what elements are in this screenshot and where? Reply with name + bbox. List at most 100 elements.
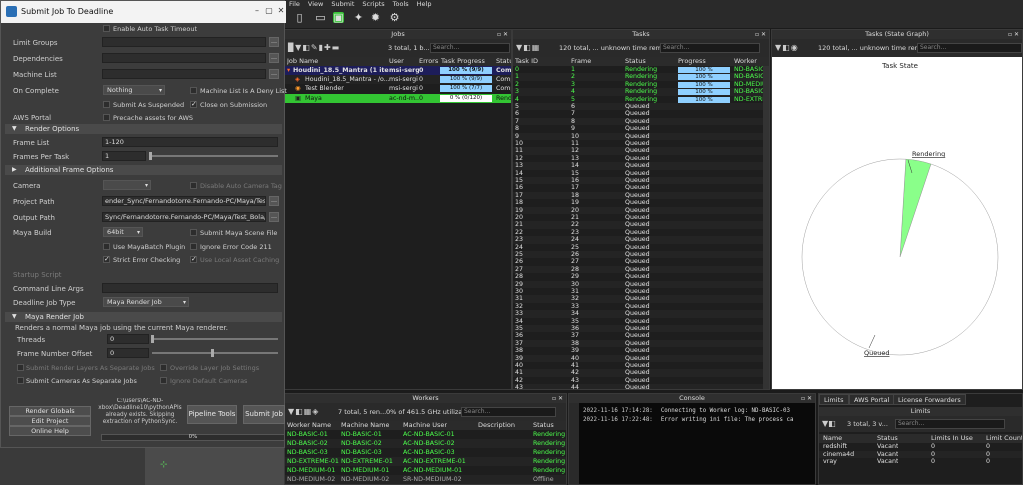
threads-slider-handle[interactable] xyxy=(151,335,154,343)
task-row[interactable]: 8 9 Queued xyxy=(513,125,769,133)
monitor-menu-item[interactable]: Tools xyxy=(393,0,409,8)
task-row[interactable]: 30 31 Queued xyxy=(513,288,769,296)
limit-groups-browse-button[interactable]: … xyxy=(269,37,279,47)
panel-window-buttons[interactable]: ▫ ✕ xyxy=(552,394,563,403)
frames-per-task-slider[interactable] xyxy=(150,155,278,157)
job-row[interactable]: ◈ Houdini_18.5_Mantra - /o... msi-sergi 0 10… xyxy=(285,75,511,85)
jobs-search-input[interactable]: Search... xyxy=(430,43,510,53)
worker-row[interactable]: ND-BASIC-01 ND-BASIC-01 AC-ND-BASIC-01 Rend… xyxy=(285,430,566,439)
task-row[interactable]: 43 44 Queued xyxy=(513,384,769,389)
worker-row[interactable]: ND-EXTREME-01 ND-EXTREME-01 AC-ND-EXTREME-… xyxy=(285,457,566,466)
limit-row[interactable]: cinema4d Vacant 0 0 xyxy=(819,450,1022,458)
col-worker-name[interactable]: Worker Name xyxy=(287,421,331,430)
task-row[interactable]: 35 36 Queued xyxy=(513,325,769,333)
maya-render-job-section[interactable]: ▼ Maya Render Job xyxy=(5,312,282,322)
frame-offset-slider[interactable] xyxy=(152,352,278,354)
task-row[interactable]: 14 15 Queued xyxy=(513,169,769,177)
minimize-icon[interactable]: – xyxy=(253,7,261,15)
phone-icon[interactable]: ▯ xyxy=(294,12,305,23)
dependencies-browse-button[interactable]: … xyxy=(269,53,279,63)
tasks-scrollbar[interactable] xyxy=(763,66,769,389)
tab-license-forwarders[interactable]: License Forwarders xyxy=(893,394,966,405)
monitor-menu-item[interactable]: Help xyxy=(417,0,432,8)
machine-list-deny-checkbox[interactable] xyxy=(190,87,197,94)
col-machine-name[interactable]: Machine Name xyxy=(341,421,389,430)
task-row[interactable]: 0 1 Rendering 100 % ND-BASIC xyxy=(513,66,769,74)
limits-search-input[interactable]: Search... xyxy=(895,419,1005,429)
monitor-menu-item[interactable]: View xyxy=(308,0,323,8)
worker-row[interactable]: ND-BASIC-02 ND-BASIC-02 AC-ND-BASIC-02 Rend… xyxy=(285,439,566,448)
frame-offset-slider-handle[interactable] xyxy=(211,349,214,357)
deadline-job-type-select[interactable]: Maya Render Job xyxy=(103,297,189,307)
task-row[interactable]: 39 40 Queued xyxy=(513,354,769,362)
task-row[interactable]: 27 28 Queued xyxy=(513,265,769,274)
frame-number-offset-field[interactable]: 0 xyxy=(107,348,149,358)
jobs-filter-icons[interactable]: ▉▼◧✎▮✚▬ xyxy=(288,43,340,52)
job-row[interactable]: ▾ Houdini_18.5_Mantra (1 ite... msi-serg 0 1… xyxy=(285,66,511,76)
panel-window-buttons[interactable]: ▫ ✕ xyxy=(1008,30,1019,39)
strict-error-checkbox[interactable] xyxy=(103,255,110,263)
maximize-icon[interactable]: ▢ xyxy=(265,7,273,15)
tasks-filter-icons[interactable]: ▼◧▦ xyxy=(516,43,540,52)
col-limit-count[interactable]: Limit Count xyxy=(986,434,1022,443)
task-row[interactable]: 9 10 Queued xyxy=(513,132,769,140)
task-row[interactable]: 28 29 Queued xyxy=(513,273,769,281)
task-row[interactable]: 5 6 Queued xyxy=(513,103,769,111)
col-errors[interactable]: Errors xyxy=(419,57,438,66)
task-row[interactable]: 25 26 Queued xyxy=(513,251,769,259)
task-row[interactable]: 20 21 Queued xyxy=(513,214,769,222)
panel-window-buttons[interactable]: ▫ ✕ xyxy=(801,394,812,403)
limit-row[interactable]: redshift Vacant 0 0 xyxy=(819,443,1022,451)
close-icon[interactable]: ✕ xyxy=(277,7,285,15)
col-status[interactable]: Status xyxy=(533,421,554,430)
camera-select[interactable] xyxy=(103,180,151,190)
render-globals-button[interactable]: Render Globals xyxy=(9,406,91,416)
task-row[interactable]: 29 30 Queued xyxy=(513,280,769,288)
task-row[interactable]: 6 7 Queued xyxy=(513,110,769,118)
graph-search-input[interactable]: Search... xyxy=(917,43,1022,53)
dependencies-field[interactable] xyxy=(102,53,266,63)
disable-auto-camera-tag-checkbox[interactable] xyxy=(190,182,197,189)
ignore-default-cameras-checkbox[interactable] xyxy=(160,377,167,384)
submit-cameras-checkbox[interactable] xyxy=(17,377,24,384)
edit-project-button[interactable]: Edit Project xyxy=(9,416,91,426)
use-mayabatch-checkbox[interactable] xyxy=(103,243,110,250)
task-row[interactable]: 23 24 Queued xyxy=(513,236,769,244)
col-status[interactable]: Status xyxy=(496,57,511,66)
col-worker[interactable]: Worker xyxy=(734,57,757,66)
override-layer-checkbox[interactable] xyxy=(160,364,167,371)
col-user[interactable]: User xyxy=(389,57,404,66)
project-path-field[interactable]: ender_Sync/Fernandotorre.Fernando-PC/May… xyxy=(102,196,266,206)
close-on-submission-checkbox[interactable] xyxy=(190,100,197,108)
submit-suspended-checkbox[interactable] xyxy=(103,101,110,108)
wrench-icon[interactable]: ✦ xyxy=(353,12,364,23)
worker-row[interactable]: ND-MEDIUM-01 ND-MEDIUM-01 AC-ND-MEDIUM-01 R… xyxy=(285,466,566,475)
task-row[interactable]: 37 38 Queued xyxy=(513,339,769,348)
command-line-args-field[interactable] xyxy=(102,283,278,293)
col-task-id[interactable]: Task ID xyxy=(515,57,538,66)
task-row[interactable]: 41 42 Queued xyxy=(513,369,769,377)
col-job-name[interactable]: Job Name xyxy=(287,57,318,66)
task-row[interactable]: 10 11 Queued xyxy=(513,140,769,148)
frames-per-task-field[interactable]: 1 xyxy=(102,151,146,161)
threads-slider[interactable] xyxy=(152,338,278,340)
task-row[interactable]: 31 32 Queued xyxy=(513,295,769,303)
task-row[interactable]: 32 33 Queued xyxy=(513,302,769,311)
gear-icon[interactable]: ✹ xyxy=(370,12,381,23)
task-row[interactable]: 16 17 Queued xyxy=(513,184,769,192)
task-row[interactable]: 40 41 Queued xyxy=(513,362,769,370)
render-options-section[interactable]: ▼ Render Options xyxy=(5,124,282,134)
workers-filter-icons[interactable]: ▼◧▦◈ xyxy=(288,407,319,416)
col-limits-in-use[interactable]: Limits In Use xyxy=(931,434,973,443)
task-row[interactable]: 22 23 Queued xyxy=(513,228,769,237)
job-row[interactable]: ▣ Maya ac-nd-m... 0 0 % (0/120) Rend xyxy=(285,93,511,103)
ignore-error-211-checkbox[interactable] xyxy=(190,243,197,250)
machine-list-field[interactable] xyxy=(102,69,266,79)
submit-maya-scene-checkbox[interactable] xyxy=(190,229,197,236)
monitor-icon[interactable]: ▭ xyxy=(315,12,326,23)
monitor-menu-item[interactable]: Scripts xyxy=(362,0,384,8)
task-row[interactable]: 42 43 Queued xyxy=(513,376,769,385)
task-row[interactable]: 3 4 Rendering 100 % ND-BASIC xyxy=(513,88,769,96)
panel-window-buttons[interactable]: ▫ ✕ xyxy=(497,30,508,39)
col-name[interactable]: Name xyxy=(823,434,842,443)
